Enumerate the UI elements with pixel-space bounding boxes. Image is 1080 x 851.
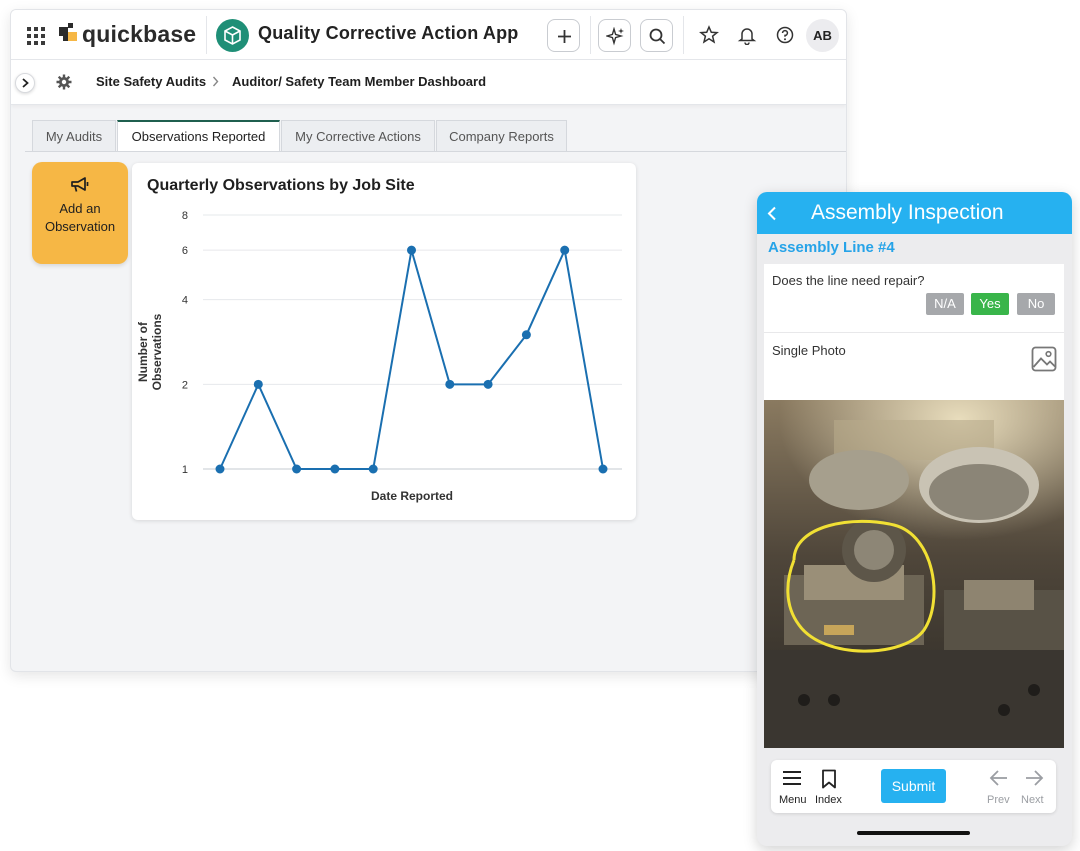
divider bbox=[206, 16, 207, 54]
tab-my-audits[interactable]: My Audits bbox=[32, 120, 116, 152]
x-axis-label: Date Reported bbox=[370, 489, 453, 503]
next-label[interactable]: Next bbox=[1021, 794, 1044, 806]
brand-name: quickbase bbox=[82, 21, 197, 47]
data-point bbox=[560, 245, 570, 255]
y-tick-label: 1 bbox=[182, 464, 188, 476]
bell-icon[interactable] bbox=[737, 25, 757, 45]
data-point bbox=[215, 464, 225, 474]
add-button[interactable] bbox=[547, 19, 580, 52]
search-icon bbox=[649, 28, 666, 45]
machinery-photo-art bbox=[764, 400, 1064, 748]
chevron-right-icon bbox=[212, 76, 219, 87]
arrow-left-icon[interactable] bbox=[989, 769, 1009, 787]
add-observation-button[interactable]: Add an Observation bbox=[32, 162, 128, 264]
y-tick-label: 6 bbox=[182, 245, 188, 257]
breadcrumb-item-site-safety-audits[interactable]: Site Safety Audits bbox=[96, 74, 206, 89]
home-indicator bbox=[857, 831, 970, 835]
observations-chart-card: Quarterly Observations by Job Site 12468… bbox=[132, 163, 636, 520]
data-point bbox=[598, 464, 608, 474]
y-tick-label: 2 bbox=[182, 379, 188, 391]
data-point bbox=[253, 379, 263, 389]
mobile-subtitle: Assembly Line #4 bbox=[768, 239, 895, 256]
data-point bbox=[521, 330, 531, 340]
mobile-header: Assembly Inspection bbox=[757, 192, 1072, 234]
top-bar: quickbase Quality Corrective Action App bbox=[11, 10, 846, 60]
y-axis-label: Number of Observations bbox=[136, 313, 164, 391]
divider bbox=[683, 16, 684, 54]
add-observation-label-line2: Observation bbox=[44, 219, 116, 234]
repair-question: Does the line need repair? bbox=[772, 273, 925, 288]
data-point bbox=[407, 245, 416, 255]
tab-observations-reported[interactable]: Observations Reported bbox=[117, 120, 280, 152]
dashboard-content: Add an Observation Quarterly Observation… bbox=[25, 152, 846, 671]
line-chart: 1 2 4 6 8 bbox=[182, 210, 622, 476]
photo-field-label: Single Photo bbox=[772, 343, 846, 358]
ai-assistant-button[interactable] bbox=[598, 19, 631, 52]
mobile-footer: Menu Index Submit Prev Next bbox=[771, 760, 1056, 813]
gear-icon[interactable] bbox=[55, 73, 73, 91]
tab-company-reports[interactable]: Company Reports bbox=[436, 120, 567, 152]
chevron-right-icon bbox=[22, 78, 29, 88]
image-icon[interactable] bbox=[1031, 346, 1057, 372]
tab-my-corrective-actions[interactable]: My Corrective Actions bbox=[281, 120, 435, 152]
user-avatar[interactable]: AB bbox=[806, 19, 839, 52]
divider bbox=[764, 332, 1064, 333]
stage: quickbase Quality Corrective Action App bbox=[0, 0, 1080, 851]
expand-sidebar-button[interactable] bbox=[15, 73, 35, 93]
apps-grid-icon[interactable] bbox=[27, 27, 45, 45]
arrow-right-icon[interactable] bbox=[1024, 769, 1044, 787]
form-card: Does the line need repair? N/A Yes No Si… bbox=[764, 264, 1064, 748]
index-label[interactable]: Index bbox=[815, 794, 842, 806]
breadcrumb-item-dashboard: Auditor/ Safety Team Member Dashboard bbox=[232, 74, 487, 89]
divider bbox=[590, 16, 591, 54]
add-observation-label-line1: Add an bbox=[59, 201, 101, 216]
menu-icon[interactable] bbox=[782, 769, 802, 787]
option-no[interactable]: No bbox=[1017, 293, 1055, 315]
breadcrumb-bar: Site Safety Audits Auditor/ Safety Team … bbox=[11, 60, 846, 105]
data-point bbox=[483, 379, 493, 389]
app-icon[interactable] bbox=[216, 19, 249, 52]
machinery-photo bbox=[764, 400, 1064, 748]
cube-icon bbox=[224, 26, 241, 45]
search-button[interactable] bbox=[640, 19, 673, 52]
menu-label[interactable]: Menu bbox=[779, 794, 807, 806]
mobile-title: Assembly Inspection bbox=[811, 201, 1004, 224]
megaphone-icon bbox=[71, 177, 89, 192]
data-point bbox=[445, 379, 455, 389]
submit-button[interactable]: Submit bbox=[881, 769, 946, 803]
desktop-window: quickbase Quality Corrective Action App bbox=[10, 9, 847, 672]
data-point bbox=[330, 464, 340, 474]
plus-icon bbox=[558, 30, 571, 43]
option-na[interactable]: N/A bbox=[926, 293, 964, 315]
help-icon[interactable] bbox=[775, 25, 795, 45]
star-icon[interactable] bbox=[699, 25, 719, 45]
data-point bbox=[292, 464, 302, 474]
sparkle-icon bbox=[606, 27, 624, 46]
y-tick-label: 4 bbox=[182, 295, 188, 307]
data-point bbox=[368, 464, 378, 474]
mobile-form: Assembly Inspection Assembly Line #4 Doe… bbox=[757, 192, 1072, 846]
prev-label[interactable]: Prev bbox=[987, 794, 1010, 806]
bookmark-icon[interactable] bbox=[821, 769, 837, 789]
app-title: Quality Corrective Action App bbox=[258, 23, 519, 43]
option-yes[interactable]: Yes bbox=[971, 293, 1009, 315]
quickbase-logo-icon bbox=[59, 23, 77, 41]
back-icon[interactable] bbox=[766, 206, 778, 221]
series-line bbox=[219, 246, 604, 470]
y-tick-label: 8 bbox=[182, 210, 188, 222]
